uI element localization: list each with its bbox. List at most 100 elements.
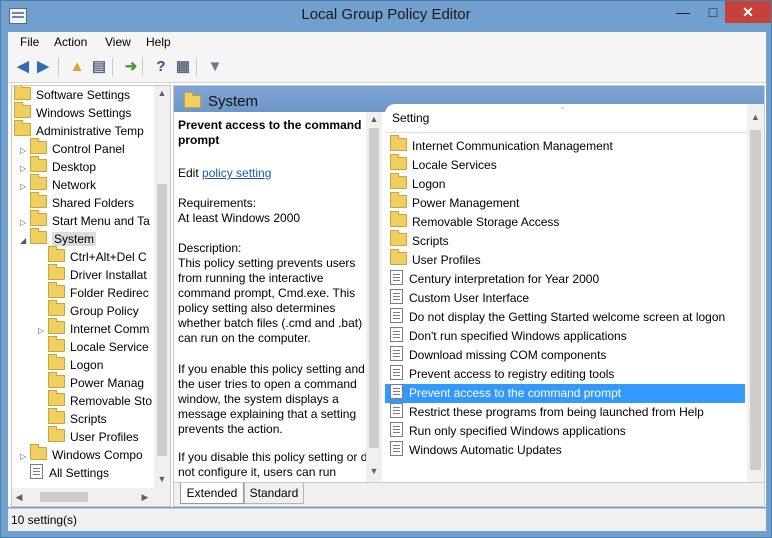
title-bar[interactable]: Local Group Policy Editor — □ ✕ (1, 1, 771, 31)
list-item[interactable]: Custom User Interface (385, 289, 745, 308)
folder-icon (48, 300, 65, 316)
folder-icon (48, 390, 65, 406)
folder-icon (48, 336, 65, 352)
folder-icon (30, 444, 47, 460)
tree-item-label: All Settings (49, 466, 110, 480)
tree-item[interactable]: ◢ System (20, 228, 97, 250)
folder-icon (30, 210, 47, 226)
list-item[interactable]: Logon (385, 173, 745, 194)
tree-hscroll-thumb[interactable] (40, 492, 88, 502)
menu-view[interactable]: View (105, 35, 131, 49)
folder-icon (14, 120, 31, 136)
requirements-label: Requirements: (178, 196, 257, 210)
list-item[interactable]: Power Management (385, 192, 745, 213)
close-button[interactable]: ✕ (725, 1, 771, 23)
list-item[interactable]: Scripts (385, 230, 745, 251)
folder-icon (48, 246, 65, 262)
list-item[interactable]: Prevent access to the command prompt (385, 384, 745, 403)
expand-arrow-icon[interactable]: ◢ (20, 232, 30, 250)
policy-setting-icon (390, 384, 403, 399)
menu-action[interactable]: Action (54, 35, 87, 49)
tree-item[interactable]: Software Settings (14, 86, 130, 104)
tab-extended[interactable]: Extended (180, 483, 244, 504)
policy-setting-link[interactable]: policy setting (202, 166, 271, 180)
menu-bar: File Action View Help (8, 32, 766, 52)
list-item[interactable]: Don't run specified Windows applications (385, 327, 745, 346)
list-item[interactable]: Internet Communication Management (385, 135, 745, 156)
scroll-up-arrow-icon[interactable]: ▲ (154, 88, 170, 98)
description-scroll-thumb[interactable] (369, 128, 379, 448)
policy-setting-icon (390, 441, 403, 456)
scroll-up-arrow-icon[interactable]: ▲ (366, 114, 382, 124)
edit-line: Edit policy setting (178, 166, 378, 181)
scroll-left-arrow-icon[interactable]: ◀ (14, 492, 24, 503)
tree-item[interactable]: All Settings (20, 464, 109, 482)
tree-item[interactable]: ▷ Windows Compo (20, 444, 143, 464)
tree-item-label: Ctrl+Alt+Del C (70, 250, 147, 264)
list-vertical-scrollbar[interactable]: ▲ (747, 104, 764, 482)
scroll-right-arrow-icon[interactable]: ▶ (140, 492, 150, 503)
list-item[interactable]: Locale Services (385, 154, 745, 175)
show-hide-tree-icon[interactable]: ▤ (90, 58, 108, 76)
list-item-label: Locale Services (412, 158, 497, 172)
list-item[interactable]: Restrict these programs from being launc… (385, 403, 745, 422)
tree-item-label: Scripts (70, 412, 107, 426)
tree-horizontal-scrollbar[interactable]: ◀ ▶ (12, 488, 170, 506)
tree-item[interactable]: User Profiles (38, 426, 139, 446)
tree-item-label: Power Manag (70, 376, 145, 390)
menu-help[interactable]: Help (146, 35, 171, 49)
list-item-label: Prevent access to the command prompt (409, 386, 622, 400)
list-item[interactable]: Run only specified Windows applications (385, 422, 745, 441)
list-item[interactable]: Download missing COM components (385, 346, 745, 365)
scroll-down-arrow-icon[interactable]: ▼ (154, 474, 170, 484)
list-item[interactable]: Windows Automatic Updates (385, 441, 745, 460)
back-icon[interactable]: ◀ (14, 58, 32, 76)
settings-list-icon (30, 464, 43, 479)
menu-file[interactable]: File (20, 35, 39, 49)
list-item[interactable]: Prevent access to registry editing tools (385, 365, 745, 384)
folder-icon (30, 228, 47, 244)
folder-icon (390, 249, 407, 265)
tree-scroll-thumb[interactable] (157, 184, 167, 456)
folder-icon (390, 154, 407, 170)
tree-item[interactable]: Windows Settings (14, 102, 131, 122)
up-folder-icon[interactable]: ▲ (68, 58, 86, 76)
list-item-label: Restrict these programs from being launc… (409, 405, 704, 419)
policy-title: Prevent access to the command prompt (178, 118, 362, 147)
folder-icon (30, 138, 47, 154)
setting-column-header[interactable]: Setting ˆ (385, 104, 764, 133)
forward-icon[interactable]: ▶ (34, 58, 52, 76)
list-item-label: Custom User Interface (409, 291, 530, 305)
list-item[interactable]: Removable Storage Access (385, 211, 745, 232)
tree-item[interactable]: ▷ Start Menu and Ta (20, 210, 150, 230)
view-tabs: Extended Standard (174, 482, 764, 506)
minimize-button[interactable]: — (669, 1, 697, 23)
tree-item-label: Software Settings (36, 88, 131, 102)
scroll-up-arrow-icon[interactable]: ▲ (747, 112, 764, 122)
description-paragraph-2: If you enable this policy setting and th… (178, 362, 365, 436)
policy-setting-icon (390, 270, 403, 285)
folder-icon (30, 174, 47, 190)
list-item-label: Do not display the Getting Started welco… (409, 310, 726, 324)
tree-item-label: Folder Redirec (70, 286, 149, 300)
toolbar-separator (142, 58, 143, 76)
filter-icon[interactable]: ▼ (206, 58, 224, 76)
tab-standard[interactable]: Standard (244, 483, 304, 504)
properties-icon[interactable]: ▦ (174, 58, 192, 76)
list-item-label: Scripts (412, 234, 449, 248)
list-item[interactable]: Century interpretation for Year 2000 (385, 270, 745, 289)
help-icon[interactable]: ? (152, 58, 170, 76)
description-scrollbar[interactable]: ▲ ▼ (366, 112, 382, 482)
tree-item-label: Internet Comm (70, 322, 150, 336)
tree-vertical-scrollbar[interactable]: ▲ ▼ (154, 86, 170, 488)
list-item[interactable]: Do not display the Getting Started welco… (385, 308, 745, 327)
list-item-label: Don't run specified Windows applications (409, 329, 627, 343)
scroll-down-arrow-icon[interactable]: ▼ (366, 466, 382, 476)
list-item[interactable]: User Profiles (385, 249, 745, 270)
list-item-label: User Profiles (412, 253, 481, 267)
folder-icon (390, 173, 407, 189)
export-list-icon[interactable]: ➜ (122, 58, 140, 76)
tree-item-label: Desktop (52, 160, 97, 174)
maximize-button[interactable]: □ (699, 1, 727, 23)
list-scroll-thumb[interactable] (750, 130, 761, 470)
